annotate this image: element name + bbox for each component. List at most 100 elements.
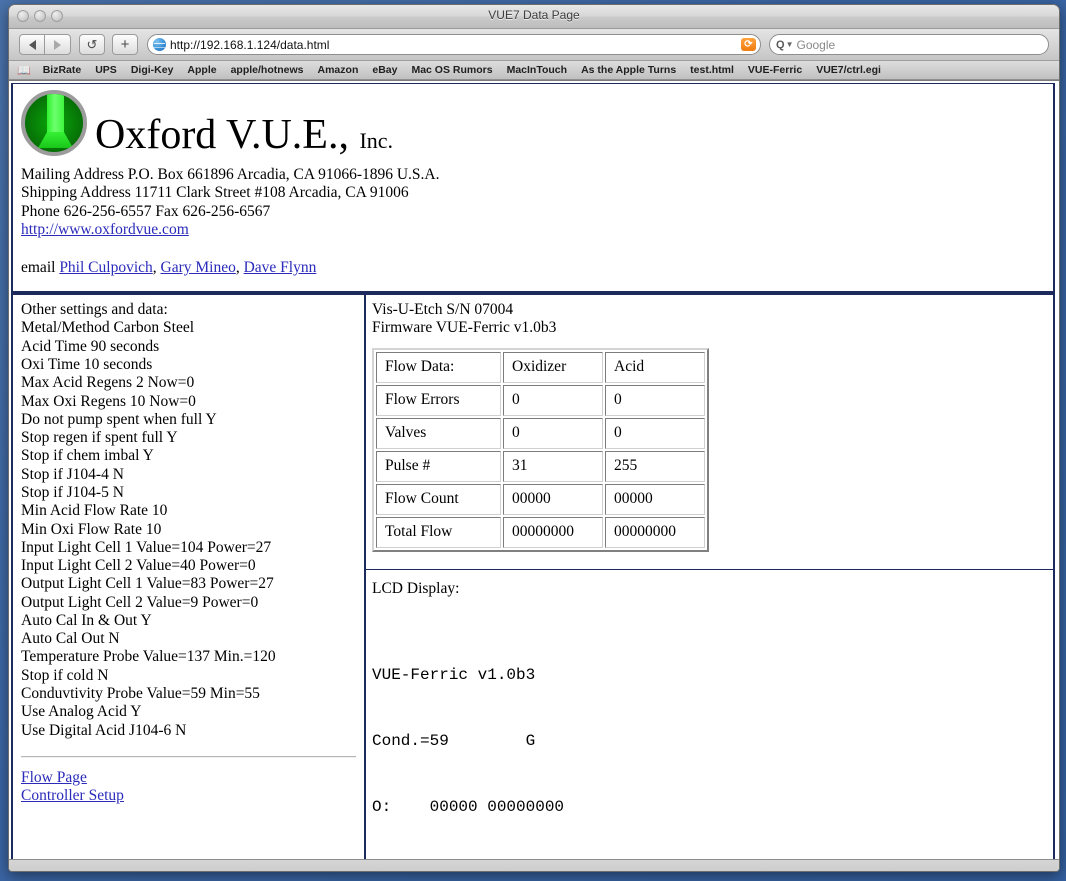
table-cell: 255 xyxy=(605,450,705,482)
settings-item: Input Light Cell 1 Value=104 Power=27 xyxy=(21,538,272,556)
lcd-line: VUE-Ferric v1.0b3 xyxy=(372,665,536,684)
settings-item: Temperature Probe Value=137 Min.=120 xyxy=(21,648,276,666)
lcd-label: LCD Display: xyxy=(372,579,460,597)
page-viewport: Oxford V.U.E., Inc. Mailing Address P.O.… xyxy=(9,80,1059,859)
logo-flare-shape xyxy=(38,132,73,148)
settings-item: Min Oxi Flow Rate 10 xyxy=(21,520,162,538)
table-row: Pulse # 31 255 xyxy=(376,450,705,482)
table-cell: 00000 xyxy=(605,483,705,515)
window-bottom-bar xyxy=(9,859,1059,871)
search-placeholder: Google xyxy=(796,37,836,52)
bookmark-item[interactable]: VUE-Ferric xyxy=(748,64,802,76)
bookmark-item[interactable]: VUE7/ctrl.egi xyxy=(816,64,881,76)
back-button[interactable] xyxy=(19,34,45,55)
email-line: email Phil Culpovich, Gary Mineo, Dave F… xyxy=(21,259,1045,277)
table-cell: Pulse # xyxy=(376,450,501,482)
bookmark-item[interactable]: UPS xyxy=(95,64,117,76)
flow-page-link[interactable]: Flow Page xyxy=(21,769,356,788)
controller-setup-link[interactable]: Controller Setup xyxy=(21,787,356,806)
settings-item: Stop regen if spent full Y xyxy=(21,429,178,447)
bookmark-item[interactable]: apple/hotnews xyxy=(231,64,304,76)
arrow-left-icon xyxy=(28,39,36,50)
lcd-line: O: 00000 00000000 xyxy=(372,798,565,817)
table-cell: 0 xyxy=(605,384,705,416)
bookmark-item[interactable]: test.html xyxy=(690,64,734,76)
company-name-suffix: Inc. xyxy=(359,128,394,153)
bookmark-item[interactable]: eBay xyxy=(372,64,397,76)
settings-item: Do not pump spent when full Y xyxy=(21,410,217,428)
table-cell: 00000 xyxy=(503,483,603,515)
table-cell: Oxidizer xyxy=(503,351,603,383)
logo-row: Oxford V.U.E., Inc. xyxy=(21,90,1045,156)
table-cell: Valves xyxy=(376,417,501,449)
company-name-main: Oxford V.U.E., xyxy=(95,112,349,158)
bookmark-item[interactable]: As the Apple Turns xyxy=(581,64,676,76)
table-cell: 31 xyxy=(503,450,603,482)
add-bookmark-button[interactable]: + xyxy=(112,34,138,55)
table-row: Valves 0 0 xyxy=(376,417,705,449)
table-row: Flow Errors 0 0 xyxy=(376,384,705,416)
bookmark-item[interactable]: BizRate xyxy=(43,64,82,76)
bookmark-item[interactable]: Apple xyxy=(187,64,216,76)
settings-panel: Other settings and data: Metal/Method Ca… xyxy=(13,295,366,859)
lcd-line: Cond.=59 G xyxy=(372,732,536,751)
settings-item: Max Acid Regens 2 Now=0 xyxy=(21,374,195,392)
table-cell: 00000000 xyxy=(605,516,705,548)
settings-item: Stop if chem imbal Y xyxy=(21,447,154,465)
bookmark-item[interactable]: Amazon xyxy=(318,64,359,76)
settings-item: Stop if J104-4 N xyxy=(21,465,124,483)
settings-item: Auto Cal In & Out Y xyxy=(21,611,152,629)
address-bar[interactable]: http://192.168.1.124/data.html ⟳ xyxy=(147,34,761,55)
table-cell: Total Flow xyxy=(376,516,501,548)
table-cell: 0 xyxy=(503,384,603,416)
arrow-right-icon xyxy=(54,39,61,50)
lcd-section: LCD Display: VUE-Ferric v1.0b3 Cond.=59 … xyxy=(372,580,1054,859)
forward-button[interactable] xyxy=(45,34,71,55)
device-info: Vis-U-Etch S/N 07004 Firmware VUE-Ferric… xyxy=(372,301,1054,338)
settings-item: Stop if cold N xyxy=(21,666,109,684)
reload-button[interactable]: ↺ xyxy=(79,34,105,55)
phone-fax: Phone 626-256-6557 Fax 626-256-6567 xyxy=(21,202,271,220)
table-cell: Acid xyxy=(605,351,705,383)
globe-icon xyxy=(153,38,166,51)
table-row: Flow Count 00000 00000 xyxy=(376,483,705,515)
settings-item: Acid Time 90 seconds xyxy=(21,337,160,355)
settings-item: Conduvtivity Probe Value=59 Min=55 xyxy=(21,685,260,703)
logo-column-shape xyxy=(47,94,64,134)
email-contact-link[interactable]: Phil Culpovich xyxy=(59,259,152,276)
bookmarks-book-icon[interactable]: 📖 xyxy=(17,64,31,77)
email-label: email xyxy=(21,259,56,277)
table-cell: Flow Data: xyxy=(376,351,501,383)
email-contact-link[interactable]: Gary Mineo xyxy=(161,259,236,276)
shipping-address: Shipping Address 11711 Clark Street #108… xyxy=(21,184,409,202)
serial-number-line: Vis-U-Etch S/N 07004 xyxy=(372,301,514,319)
table-row: Flow Data: Oxidizer Acid xyxy=(376,351,705,383)
divider xyxy=(366,568,1054,570)
search-input[interactable]: Q ▼ Google xyxy=(769,34,1049,55)
table-cell: Flow Count xyxy=(376,483,501,515)
table-cell: 0 xyxy=(605,417,705,449)
email-contact-link[interactable]: Dave Flynn xyxy=(244,259,317,276)
divider xyxy=(21,755,356,758)
settings-heading: Other settings and data: xyxy=(21,301,168,319)
table-cell: 0 xyxy=(503,417,603,449)
settings-item: Min Acid Flow Rate 10 xyxy=(21,502,168,520)
bookmark-item[interactable]: Digi-Key xyxy=(131,64,174,76)
settings-item: Metal/Method Carbon Steel xyxy=(21,319,195,337)
address-bar-url: http://192.168.1.124/data.html xyxy=(170,37,330,52)
email-sep: , xyxy=(235,259,244,277)
bookmark-item[interactable]: MacInTouch xyxy=(507,64,567,76)
browser-window: VUE7 Data Page ↺ + http://192.168.1.124/… xyxy=(8,4,1060,872)
bookmarks-bar: 📖 BizRate UPS Digi-Key Apple apple/hotne… xyxy=(9,61,1059,80)
bookmark-item[interactable]: Mac OS Rumors xyxy=(411,64,492,76)
firmware-line: Firmware VUE-Ferric v1.0b3 xyxy=(372,319,557,337)
settings-item: Auto Cal Out N xyxy=(21,630,120,648)
address-block: Mailing Address P.O. Box 661896 Arcadia,… xyxy=(21,166,1045,239)
table-cell: 00000000 xyxy=(503,516,603,548)
device-panel: Vis-U-Etch S/N 07004 Firmware VUE-Ferric… xyxy=(366,295,1059,859)
window-titlebar: VUE7 Data Page xyxy=(9,5,1059,29)
settings-item: Stop if J104-5 N xyxy=(21,483,124,501)
rss-icon[interactable]: ⟳ xyxy=(741,38,756,51)
settings-item: Oxi Time 10 seconds xyxy=(21,355,153,373)
website-link[interactable]: http://www.oxfordvue.com xyxy=(21,221,189,238)
